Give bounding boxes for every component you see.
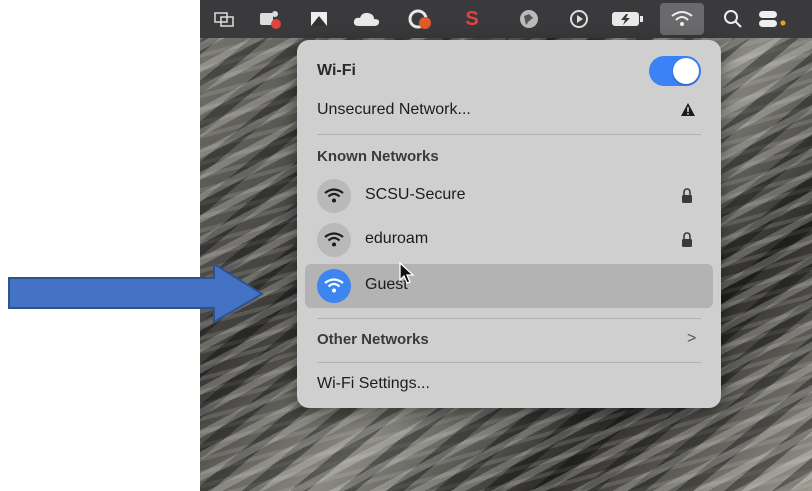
network-item-scsu-secure[interactable]: SCSU-Secure xyxy=(297,176,721,216)
chevron-right-icon: > xyxy=(687,330,697,347)
network-name: eduroam xyxy=(365,230,429,247)
wifi-menu: Wi-Fi Unsecured Network... Known Network… xyxy=(297,40,721,408)
wifi-settings-item[interactable]: Wi-Fi Settings... xyxy=(317,375,430,393)
other-networks-item[interactable]: Other Networks xyxy=(317,331,429,348)
toggle-knob xyxy=(673,58,699,84)
play-icon[interactable] xyxy=(566,0,592,38)
unsecured-network-item[interactable]: Unsecured Network... xyxy=(317,101,471,119)
network-name: SCSU-Secure xyxy=(365,186,466,203)
wifi-signal-icon xyxy=(317,179,351,213)
battery-icon[interactable] xyxy=(610,0,646,38)
wifi-menu-title: Wi-Fi xyxy=(317,62,356,79)
separator xyxy=(317,134,701,135)
network-row-guest: Guest xyxy=(297,266,721,306)
wifi-signal-icon xyxy=(317,223,351,257)
image-capture-icon[interactable] xyxy=(306,0,332,38)
separator xyxy=(317,318,701,319)
separator xyxy=(317,362,701,363)
search-icon[interactable] xyxy=(720,0,746,38)
network-item-eduroam[interactable]: eduroam xyxy=(297,220,721,260)
creative-cloud-icon[interactable] xyxy=(406,0,434,38)
screen-mirror-icon[interactable] xyxy=(212,0,236,38)
pointer-arrow-annotation xyxy=(8,262,264,324)
wifi-icon[interactable] xyxy=(660,3,704,35)
globe-icon[interactable] xyxy=(516,0,542,38)
known-networks-header: Known Networks xyxy=(317,148,439,165)
s-app-icon[interactable]: S xyxy=(460,0,484,38)
wifi-toggle[interactable] xyxy=(649,56,701,86)
mouse-cursor-icon xyxy=(399,261,415,284)
wifi-connected-icon xyxy=(317,269,351,303)
cloud-icon[interactable] xyxy=(352,0,382,38)
control-center-icon[interactable] xyxy=(756,0,790,38)
teams-icon[interactable] xyxy=(256,0,284,38)
menu-bar: S xyxy=(200,0,812,38)
lock-icon xyxy=(682,232,692,247)
warning-icon xyxy=(681,103,695,116)
lock-icon xyxy=(682,188,692,203)
